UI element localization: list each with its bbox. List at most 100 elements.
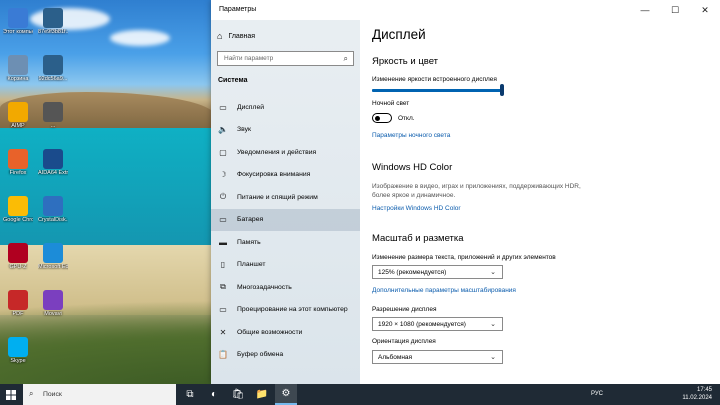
minimize-button[interactable]: — <box>630 0 660 20</box>
sidebar-item[interactable]: ▢ Уведомления и действия <box>211 141 360 163</box>
aimp-icon <box>8 102 28 122</box>
desktop-shortcut[interactable]: AIDA64 Extreme <box>38 149 68 177</box>
title-bar[interactable]: Параметры — ☐ ✕ <box>211 0 720 20</box>
edge-icon[interactable]: ◐ <box>203 384 225 405</box>
sidebar-item-label: Питание и спящий режим <box>237 193 318 201</box>
focus-moon-icon: ☽ <box>219 170 227 179</box>
cloud <box>110 30 170 46</box>
sidebar-item-label: Многозадачность <box>237 283 292 291</box>
chevron-down-icon: ⌄ <box>490 354 496 361</box>
desktop-shortcut[interactable]: GPU-Z <box>3 243 33 271</box>
sidebar-item[interactable]: ⏻ Питание и спящий режим <box>211 186 360 208</box>
start-button[interactable] <box>0 384 22 405</box>
aida64-icon <box>43 149 63 169</box>
home-link[interactable]: ⌂ Главная <box>217 31 255 41</box>
hd-color-settings-link[interactable]: Настройки Windows HD Color <box>372 205 461 212</box>
sidebar-item[interactable]: 🔈 Звук <box>211 119 360 141</box>
search-placeholder: Найти параметр <box>224 55 274 62</box>
clock-time: 17:45 <box>696 387 712 393</box>
desktop-shortcut[interactable]: Google Chrome <box>3 196 33 224</box>
advanced-scaling-link[interactable]: Дополнительные параметры масштабирования <box>372 287 516 294</box>
desktop-shortcut-label: Firefox <box>9 170 27 176</box>
skype-icon <box>8 337 28 357</box>
gpuz-icon <box>8 243 28 263</box>
desktop-shortcut[interactable]: PDF <box>3 290 33 318</box>
sidebar-item[interactable]: ☽ Фокусировка внимания <box>211 164 360 186</box>
firefox-icon <box>8 149 28 169</box>
desktop-shortcut[interactable]: Microsoft Edge <box>38 243 68 271</box>
sidebar-item[interactable]: 📋 Буфер обмена <box>211 344 360 366</box>
desktop-shortcut[interactable]: Skype <box>3 337 33 365</box>
brightness-slider-track[interactable] <box>372 89 502 92</box>
desktop-shortcut-label: 92dc56a9... <box>38 76 68 82</box>
desktop-shortcut[interactable]: AIMP <box>3 102 33 130</box>
desktop-shortcut-label: 87e9f3b81f... <box>38 29 68 35</box>
sidebar-item-label: Дисплей <box>237 103 265 111</box>
night-light-toggle[interactable] <box>372 113 392 123</box>
desktop-shortcut[interactable]: 92dc56a9... <box>38 55 68 83</box>
task-view-icon[interactable]: ⧉ <box>179 384 201 405</box>
maximize-button[interactable]: ☐ <box>660 0 690 20</box>
language-indicator[interactable]: РУС <box>591 391 603 397</box>
sidebar-item[interactable]: ⧉ Многозадачность <box>211 276 360 298</box>
sidebar-item[interactable]: ▭ Батарея <box>211 208 360 231</box>
night-light-label: Ночной свет <box>372 100 410 107</box>
sidebar-item[interactable]: ▯ Планшет <box>211 254 360 276</box>
scale-section-title: Масштаб и разметка <box>372 233 464 244</box>
close-button[interactable]: ✕ <box>690 0 720 20</box>
sidebar-item[interactable]: ▭ Дисплей <box>211 96 360 118</box>
multitasking-icon: ⧉ <box>220 282 226 291</box>
tablet-icon: ▯ <box>220 260 226 269</box>
sidebar-section-title: Система <box>218 77 248 84</box>
display-settings-pane: Дисплей Яркость и цвет Изменение яркости… <box>360 20 720 384</box>
desktop-shortcut[interactable]: CrystalDisk... <box>38 196 68 224</box>
chevron-down-icon: ⌄ <box>490 321 496 328</box>
orientation-dropdown[interactable]: Альбомная ⌄ <box>372 350 503 364</box>
brightness-label: Изменение яркости встроенного дисплея <box>372 76 497 83</box>
search-icon: ⌕ <box>343 54 348 63</box>
sidebar-item-label: Звук <box>237 126 251 133</box>
resolution-dropdown[interactable]: 1920 × 1080 (рекомендуется) ⌄ <box>372 317 503 331</box>
sidebar-item[interactable]: ✕ Общие возможности <box>211 321 360 343</box>
desktop-shortcut[interactable]: 87e9f3b81f... <box>38 8 68 36</box>
desktop-shortcut-label: PDF <box>12 311 24 317</box>
desktop-shortcut-label: AIDA64 Extreme <box>38 170 68 176</box>
clipboard-icon: 📋 <box>218 350 228 359</box>
home-icon: ⌂ <box>217 31 223 41</box>
file-explorer-icon[interactable]: 📁 <box>251 384 273 405</box>
storage-icon: ▬ <box>219 237 227 247</box>
system-tray-clock[interactable]: 17:45 11.02.2024 <box>682 386 712 402</box>
desktop-shortcut-label: CrystalDisk... <box>38 217 68 223</box>
computer-icon <box>8 8 28 28</box>
settings-search-input[interactable]: Найти параметр ⌕ <box>217 51 354 66</box>
toggle-knob <box>375 115 380 121</box>
desktop-shortcut[interactable]: Movavi <box>38 290 68 318</box>
resolution-label: Разрешение дисплея <box>372 306 437 313</box>
display-icon: ▭ <box>219 102 227 112</box>
notification-icon: ▢ <box>219 147 227 157</box>
desktop-shortcut[interactable]: ... <box>38 102 68 130</box>
shared-experiences-icon: ✕ <box>219 327 227 337</box>
desktop-shortcut[interactable]: Firefox <box>3 149 33 177</box>
desktop-shortcut[interactable]: Корзина <box>3 55 33 83</box>
image-file-icon <box>43 55 63 75</box>
sidebar-item[interactable]: ▭ Проецирование на этот компьютер <box>211 299 360 321</box>
sidebar-item-label: Память <box>237 238 261 246</box>
scale-dropdown[interactable]: 125% (рекомендуется) ⌄ <box>372 265 503 279</box>
taskbar-search-placeholder: Поиск <box>43 391 62 398</box>
settings-icon[interactable]: ⚙ <box>275 384 297 405</box>
image-file-icon <box>43 8 63 28</box>
desktop-shortcut-label: Microsoft Edge <box>38 264 68 270</box>
taskbar-search-input[interactable]: ⌕ Поиск <box>23 384 176 405</box>
desktop-shortcut[interactable]: Этот компьютер <box>3 8 33 36</box>
scale-value: 125% (рекомендуется) <box>378 268 447 276</box>
store-icon[interactable]: 🛍 <box>227 384 249 405</box>
hd-color-section-title: Windows HD Color <box>372 162 453 173</box>
taskbar: ⌕ Поиск ⧉ ◐ 🛍 📁 ⚙ 17:45 11.02.2024 <box>0 384 720 405</box>
brightness-slider-thumb[interactable] <box>500 84 504 96</box>
chevron-down-icon: ⌄ <box>490 269 496 276</box>
sidebar-item[interactable]: ▬ Память <box>211 231 360 253</box>
pdf-icon <box>8 290 28 310</box>
search-icon: ⌕ <box>29 389 34 398</box>
night-light-settings-link[interactable]: Параметры ночного света <box>372 132 450 139</box>
